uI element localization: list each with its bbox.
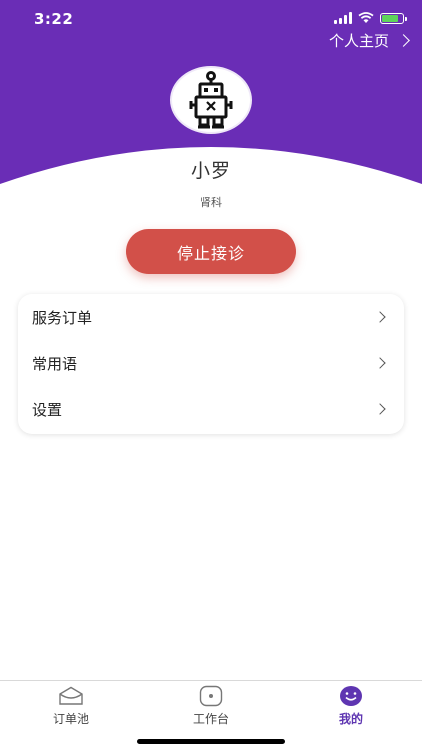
robot-icon xyxy=(189,71,233,129)
menu-item-settings[interactable]: 设置 xyxy=(18,386,404,432)
chevron-right-icon xyxy=(374,403,386,415)
tab-order-pool[interactable]: 订单池 xyxy=(1,681,141,731)
avatar[interactable] xyxy=(170,66,252,134)
menu-item-label: 服务订单 xyxy=(32,308,93,327)
menu-item-label: 常用语 xyxy=(32,354,78,373)
menu-item-common-phrases[interactable]: 常用语 xyxy=(18,340,404,386)
wifi-icon xyxy=(358,12,374,23)
workbench-icon xyxy=(199,685,223,707)
doctor-name: 小罗 xyxy=(190,160,231,182)
tab-label: 订单池 xyxy=(52,712,89,726)
chevron-right-icon xyxy=(374,357,386,369)
stop-consultation-button[interactable]: 停止接诊 xyxy=(126,229,296,274)
screen: 3:22 个人主页 小罗 肾科 停止接诊 服务订单 常用语 设置 订单池 工作台… xyxy=(0,0,422,750)
profile-home-label: 个人主页 xyxy=(328,32,389,50)
home-indicator xyxy=(137,739,285,744)
tab-label: 工作台 xyxy=(192,712,229,726)
battery-icon xyxy=(380,12,407,24)
chevron-right-icon xyxy=(397,34,410,47)
tab-workbench[interactable]: 工作台 xyxy=(141,681,281,731)
smiley-icon xyxy=(340,686,362,706)
status-time: 3:22 xyxy=(34,10,74,28)
menu-item-label: 设置 xyxy=(32,400,63,419)
chevron-right-icon xyxy=(374,311,386,323)
status-icons xyxy=(334,12,407,24)
signal-icon xyxy=(334,12,352,24)
profile-home-link[interactable]: 个人主页 xyxy=(328,30,410,51)
tab-mine[interactable]: 我的 xyxy=(281,681,421,731)
envelope-icon xyxy=(59,686,83,705)
menu-card: 服务订单 常用语 设置 xyxy=(18,294,404,434)
menu-item-service-orders[interactable]: 服务订单 xyxy=(18,294,404,340)
doctor-department: 肾科 xyxy=(200,196,222,209)
tab-label: 我的 xyxy=(338,712,363,726)
